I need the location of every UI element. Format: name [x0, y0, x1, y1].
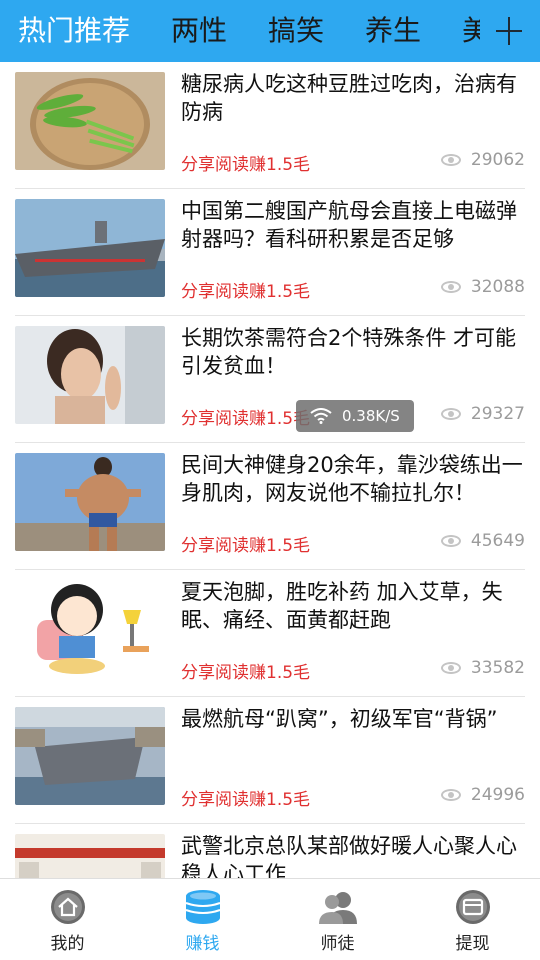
bottom-navigation: 我的 赚钱 师徒 提现 — [0, 878, 540, 960]
eye-icon — [440, 154, 461, 166]
article-title: 糖尿病人吃这种豆胜过吃肉，治病有防病 — [181, 72, 517, 124]
view-count-value: 29062 — [470, 150, 525, 170]
thumbnail-image — [15, 453, 165, 551]
nav-label: 赚钱 — [185, 934, 220, 954]
share-earn-label[interactable]: 分享阅读赚1.5毛 — [181, 785, 310, 810]
share-earn-label[interactable]: 分享阅读赚1.5毛 — [181, 277, 310, 302]
tab-funny[interactable]: 搞笑 — [268, 0, 324, 62]
share-earn-label[interactable]: 分享阅读赚1.5毛 — [181, 531, 310, 556]
home-icon — [51, 890, 85, 924]
thumbnail-image — [15, 580, 165, 678]
wallet-icon — [456, 890, 490, 924]
thumbnail-image — [15, 72, 165, 170]
nav-mentor[interactable]: 师徒 — [270, 879, 405, 960]
article-title: 长期饮茶需符合2个特殊条件 才可能引发贫血！ — [181, 326, 517, 378]
list-item[interactable]: 民间大神健身20余年，靠沙袋练出一身肌肉，网友说他不输拉扎尔！ 分享阅读赚1.5… — [15, 443, 525, 570]
eye-icon — [440, 789, 461, 801]
view-count: 29062 — [440, 150, 525, 170]
category-tabs: 热门推荐 两性 搞笑 养生 美 — [0, 0, 480, 62]
nav-label: 提现 — [455, 934, 490, 954]
share-earn-label[interactable]: 分享阅读赚1.5毛 — [181, 404, 310, 429]
article-title: 民间大神健身20余年，靠沙袋练出一身肌肉，网友说他不输拉扎尔！ — [181, 453, 523, 505]
thumbnail-image — [15, 326, 165, 424]
wifi-icon — [310, 408, 332, 424]
network-speed-toast: 0.38K/S — [296, 400, 414, 432]
list-item[interactable]: 长期饮茶需符合2个特殊条件 才可能引发贫血！ 分享阅读赚1.5毛 29327 — [15, 316, 525, 443]
add-channel-icon[interactable] — [480, 0, 540, 62]
tab-health[interactable]: 养生 — [365, 0, 421, 62]
view-count: 29327 — [440, 404, 525, 424]
thumbnail-image — [15, 707, 165, 805]
eye-icon — [440, 281, 461, 293]
list-item[interactable]: 糖尿病人吃这种豆胜过吃肉，治病有防病 分享阅读赚1.5毛 29062 — [15, 62, 525, 189]
view-count: 33582 — [440, 658, 525, 678]
article-title: 夏天泡脚，胜吃补药 加入艾草，失眠、痛经、面黄都赶跑 — [181, 580, 503, 632]
view-count-value: 24996 — [470, 785, 525, 805]
thumbnail-image — [15, 199, 165, 297]
nav-label: 师徒 — [320, 934, 355, 954]
view-count-value: 29327 — [470, 404, 525, 424]
list-item[interactable]: 夏天泡脚，胜吃补药 加入艾草，失眠、痛经、面黄都赶跑 分享阅读赚1.5毛 335… — [15, 570, 525, 697]
people-icon — [319, 892, 357, 924]
view-count-value: 33582 — [470, 658, 525, 678]
nav-withdraw[interactable]: 提现 — [405, 879, 540, 960]
list-item[interactable]: 最燃航母“趴窝”，初级军官“背锅” 分享阅读赚1.5毛 24996 — [15, 697, 525, 824]
tab-gender[interactable]: 两性 — [171, 0, 227, 62]
network-speed-value: 0.38K/S — [342, 407, 400, 425]
nav-earn[interactable]: 赚钱 — [135, 879, 270, 960]
view-count: 24996 — [440, 785, 525, 805]
view-count-value: 32088 — [470, 277, 525, 297]
nav-label: 我的 — [50, 934, 85, 954]
article-title: 武警北京总队某部做好暖人心聚人心稳人心工作 — [181, 834, 517, 878]
eye-icon — [440, 535, 461, 547]
share-earn-label[interactable]: 分享阅读赚1.5毛 — [181, 150, 310, 175]
article-title: 最燃航母“趴窝”，初级军官“背锅” — [181, 707, 498, 731]
article-title: 中国第二艘国产航母会直接上电磁弹射器吗？看科研积累是否足够 — [181, 199, 517, 251]
nav-mine[interactable]: 我的 — [0, 879, 135, 960]
view-count: 45649 — [440, 531, 525, 551]
eye-icon — [440, 408, 461, 420]
view-count-value: 45649 — [470, 531, 525, 551]
list-item[interactable]: 中国第二艘国产航母会直接上电磁弹射器吗？看科研积累是否足够 分享阅读赚1.5毛 … — [15, 189, 525, 316]
share-earn-label[interactable]: 分享阅读赚1.5毛 — [181, 658, 310, 683]
top-tab-bar: 热门推荐 两性 搞笑 养生 美 — [0, 0, 540, 62]
list-item[interactable]: 武警北京总队某部做好暖人心聚人心稳人心工作 — [15, 824, 525, 878]
tab-beauty[interactable]: 美 — [462, 0, 480, 62]
coins-icon — [185, 890, 221, 924]
view-count: 32088 — [440, 277, 525, 297]
thumbnail-image — [15, 834, 165, 878]
eye-icon — [440, 662, 461, 674]
news-feed[interactable]: 糖尿病人吃这种豆胜过吃肉，治病有防病 分享阅读赚1.5毛 29062 中国第二艘… — [0, 62, 540, 878]
tab-hot-recommend[interactable]: 热门推荐 — [18, 0, 130, 62]
